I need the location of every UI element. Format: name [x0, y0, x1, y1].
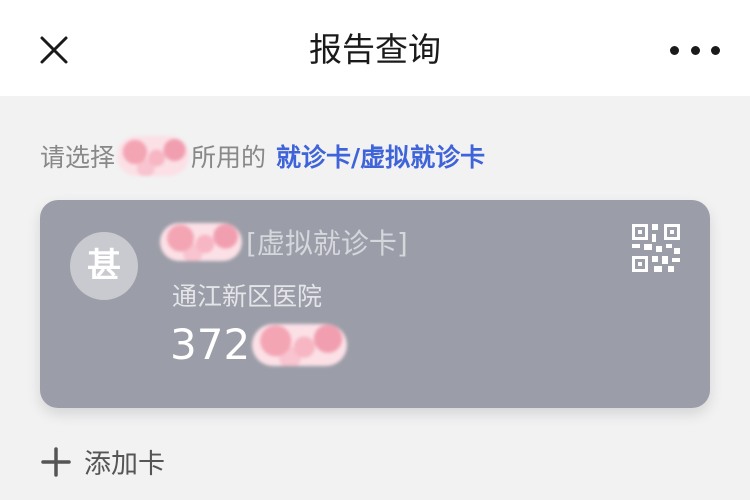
prompt-suffix: 所用的	[191, 143, 267, 172]
card-number: 372	[170, 320, 348, 369]
close-icon[interactable]	[32, 28, 76, 72]
card-holder-row: [虚拟就诊卡]	[160, 222, 408, 262]
redacted-holder-name	[160, 223, 242, 261]
add-card-button[interactable]: 添加卡	[40, 442, 165, 481]
add-card-label: 添加卡	[84, 449, 165, 480]
card-type-link[interactable]: 就诊卡/虚拟就诊卡	[276, 138, 485, 174]
medical-card[interactable]: 甚 [虚拟就诊卡] 通江新区医院 372	[40, 200, 710, 408]
card-number-prefix: 372	[170, 320, 251, 369]
top-nav-bar: 报告查询	[0, 0, 750, 96]
hospital-name: 通江新区医院	[172, 282, 323, 311]
page-title: 报告查询	[309, 30, 441, 69]
plus-icon	[41, 446, 71, 477]
more-dots-icon[interactable]	[670, 30, 720, 70]
card-select-prompt: 请选择 所用的 就诊卡/虚拟就诊卡	[40, 136, 485, 176]
qr-code-icon[interactable]	[630, 222, 682, 274]
prompt-prefix: 请选择	[40, 143, 116, 172]
redacted-name	[117, 136, 190, 176]
redacted-card-number	[252, 323, 348, 366]
avatar: 甚	[70, 232, 138, 300]
card-type-label: [虚拟就诊卡]	[246, 227, 408, 260]
